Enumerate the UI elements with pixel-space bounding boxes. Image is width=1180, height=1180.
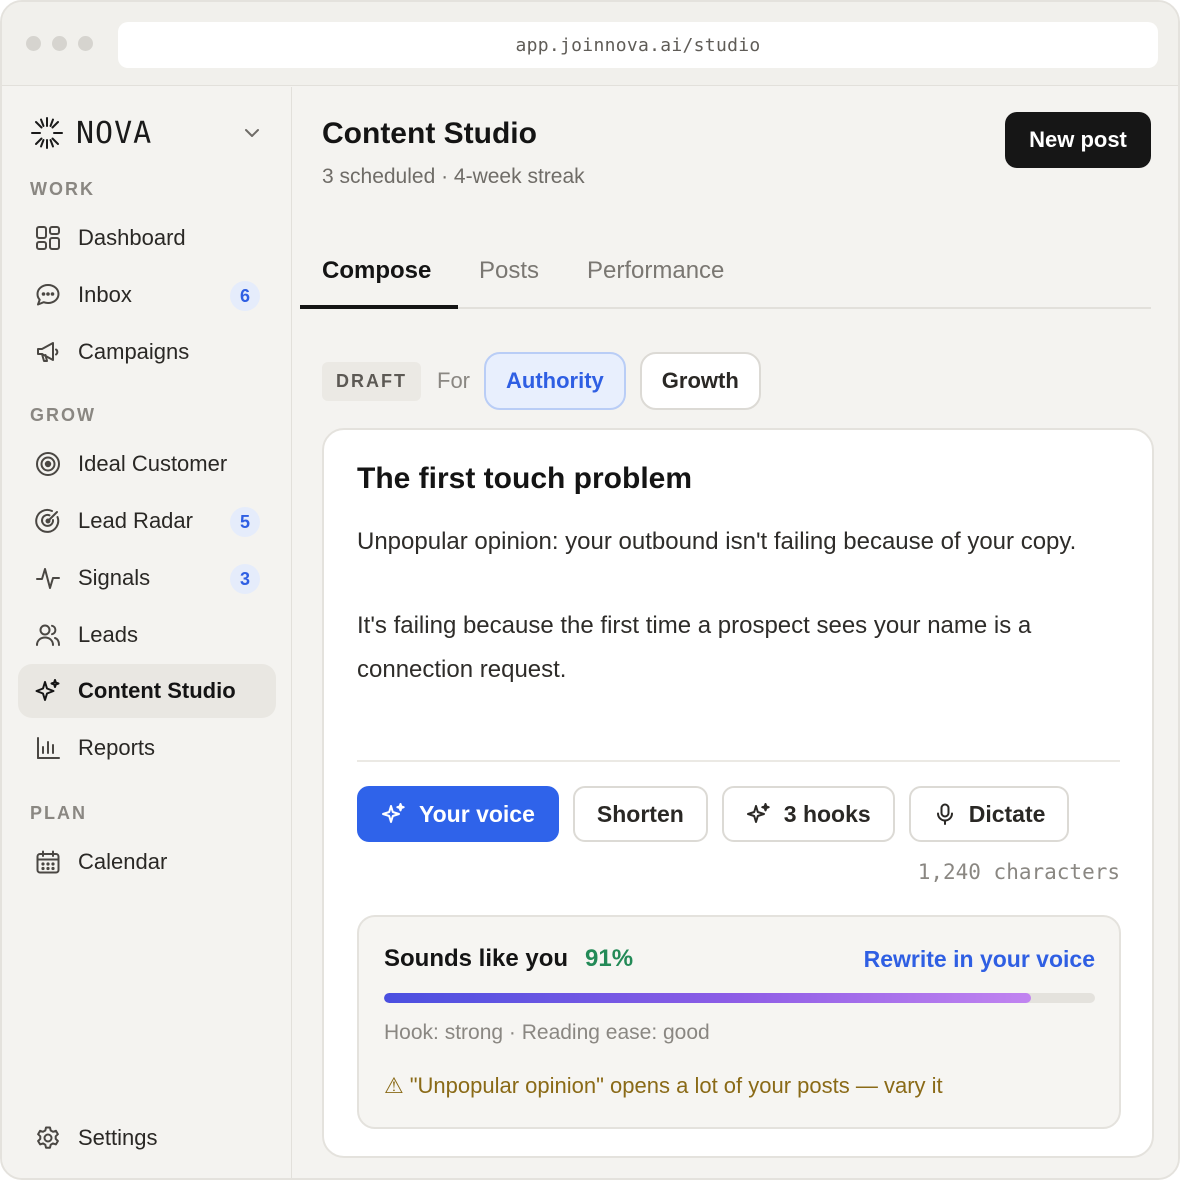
sidebar-item-settings[interactable]: Settings (18, 1111, 276, 1165)
sidebar-item-inbox[interactable]: Inbox 6 (18, 268, 276, 322)
chevron-down-icon[interactable] (242, 123, 262, 143)
sidebar-item-label: Ideal Customer (78, 451, 228, 476)
character-count: 1,240 characters (917, 860, 1120, 884)
sidebar-item-campaigns[interactable]: Campaigns (18, 325, 276, 379)
sidebar-item-ideal-customer[interactable]: Ideal Customer (18, 437, 276, 491)
sidebar-item-label: Calendar (78, 849, 168, 874)
pulse-icon (34, 564, 62, 592)
voice-match-progress (384, 993, 1095, 1003)
post-title[interactable]: The first touch problem (357, 462, 692, 496)
signals-count-badge: 3 (230, 564, 260, 594)
draft-audience-row: DRAFT For Authority Growth (322, 352, 775, 410)
bar-chart-icon (34, 734, 62, 762)
sidebar-item-label: Leads (78, 622, 138, 647)
dictate-label: Dictate (968, 800, 1046, 827)
post-paragraph: Unpopular opinion: your outbound isn't f… (357, 528, 1077, 555)
post-body-editor[interactable]: Unpopular opinion: your outbound isn't f… (357, 520, 1117, 692)
tab-bar: Compose Posts Performance (300, 237, 1151, 309)
your-voice-label: Your voice (419, 800, 535, 827)
sidebar-item-label: Content Studio (78, 678, 236, 703)
target-icon (34, 450, 62, 478)
divider (357, 760, 1120, 762)
sidebar-item-content-studio[interactable]: Content Studio (18, 664, 276, 718)
tab-performance[interactable]: Performance (587, 257, 724, 285)
shorten-label: Shorten (596, 800, 684, 827)
sidebar-item-label: Lead Radar (78, 508, 193, 533)
sidebar: NOVA WORK Dashboard Inbox 6 Campaigns GR… (2, 87, 292, 1178)
window-close-dot[interactable] (26, 36, 41, 51)
sidebar-item-label: Settings (78, 1125, 158, 1150)
microphone-icon (936, 803, 953, 825)
post-paragraph: It's failing because the first time a pr… (357, 612, 1032, 683)
sparkle-icon (746, 803, 770, 823)
dashboard-icon (34, 224, 62, 252)
tab-compose[interactable]: Compose (322, 257, 431, 285)
new-post-button[interactable]: New post (1005, 112, 1151, 168)
calendar-icon (34, 848, 62, 876)
sparkle-icon (34, 677, 62, 705)
brand-name: NOVA (76, 115, 153, 151)
sidebar-item-label: Dashboard (78, 225, 186, 250)
sidebar-item-label: Inbox (78, 282, 132, 307)
rewrite-in-voice-link[interactable]: Rewrite in your voice (864, 946, 1095, 973)
sidebar-item-label: Signals (78, 565, 151, 590)
audience-chip-authority[interactable]: Authority (484, 352, 626, 410)
voice-warning: ⚠ "Unpopular opinion" opens a lot of your… (384, 1073, 943, 1099)
voice-warning-text: "Unpopular opinion" opens a lot of your … (409, 1073, 943, 1098)
warning-icon: ⚠ (384, 1073, 404, 1098)
browser-window: app.joinnova.ai/studio NOVA WORK Dashboa… (0, 0, 1180, 1180)
radar-icon (34, 507, 62, 535)
address-bar[interactable]: app.joinnova.ai/studio (118, 22, 1158, 68)
sidebar-item-label: Reports (78, 735, 156, 760)
sidebar-item-signals[interactable]: Signals 3 (18, 551, 276, 605)
section-label-grow: GROW (30, 405, 96, 425)
shorten-button[interactable]: Shorten (572, 786, 708, 842)
active-tab-indicator (300, 305, 458, 309)
sidebar-item-leads[interactable]: Leads (18, 608, 276, 662)
tab-posts[interactable]: Posts (479, 257, 539, 285)
brand[interactable]: NOVA (30, 113, 152, 153)
chat-icon (34, 281, 62, 309)
section-label-work: WORK (30, 179, 95, 199)
sidebar-item-lead-radar[interactable]: Lead Radar 5 (18, 494, 276, 548)
window-maximize-dot[interactable] (78, 36, 93, 51)
window-minimize-dot[interactable] (52, 36, 67, 51)
sidebar-item-dashboard[interactable]: Dashboard (18, 211, 276, 265)
voice-match-panel: Sounds like you 91% Rewrite in your voic… (357, 915, 1121, 1129)
voice-match-progress-fill (384, 993, 1031, 1003)
sidebar-item-label: Campaigns (78, 339, 190, 364)
users-icon (34, 621, 62, 649)
gear-icon (34, 1124, 62, 1152)
page-title: Content Studio (322, 117, 537, 150)
sidebar-item-reports[interactable]: Reports (18, 721, 276, 775)
voice-match-percent: 91% (585, 945, 634, 972)
editor-actions: Your voice Shorten 3 hooks Dictate (357, 786, 1083, 842)
draft-status-badge: DRAFT (322, 361, 421, 401)
hooks-button[interactable]: 3 hooks (721, 786, 895, 842)
sidebar-item-calendar[interactable]: Calendar (18, 835, 276, 889)
voice-match-meta: Hook: strong · Reading ease: good (384, 1021, 710, 1044)
main-content: Content Studio 3 scheduled · 4-week stre… (293, 87, 1178, 1178)
megaphone-icon (34, 338, 62, 366)
section-label-plan: PLAN (30, 803, 87, 823)
hooks-label: 3 hooks (783, 800, 871, 827)
sparkle-icon (382, 803, 405, 823)
lead-radar-count-badge: 5 (230, 507, 260, 537)
for-label: For (437, 368, 470, 393)
page-subtitle: 3 scheduled · 4-week streak (322, 165, 585, 188)
inbox-count-badge: 6 (230, 281, 260, 311)
audience-chip-growth[interactable]: Growth (639, 352, 761, 410)
your-voice-button[interactable]: Your voice (357, 786, 559, 842)
starburst-icon (31, 117, 63, 149)
dictate-button[interactable]: Dictate (908, 786, 1070, 842)
voice-match-label: Sounds like you (384, 945, 569, 972)
post-editor-card: The first touch problem Unpopular opinio… (322, 428, 1154, 1158)
browser-titlebar: app.joinnova.ai/studio (2, 2, 1178, 86)
